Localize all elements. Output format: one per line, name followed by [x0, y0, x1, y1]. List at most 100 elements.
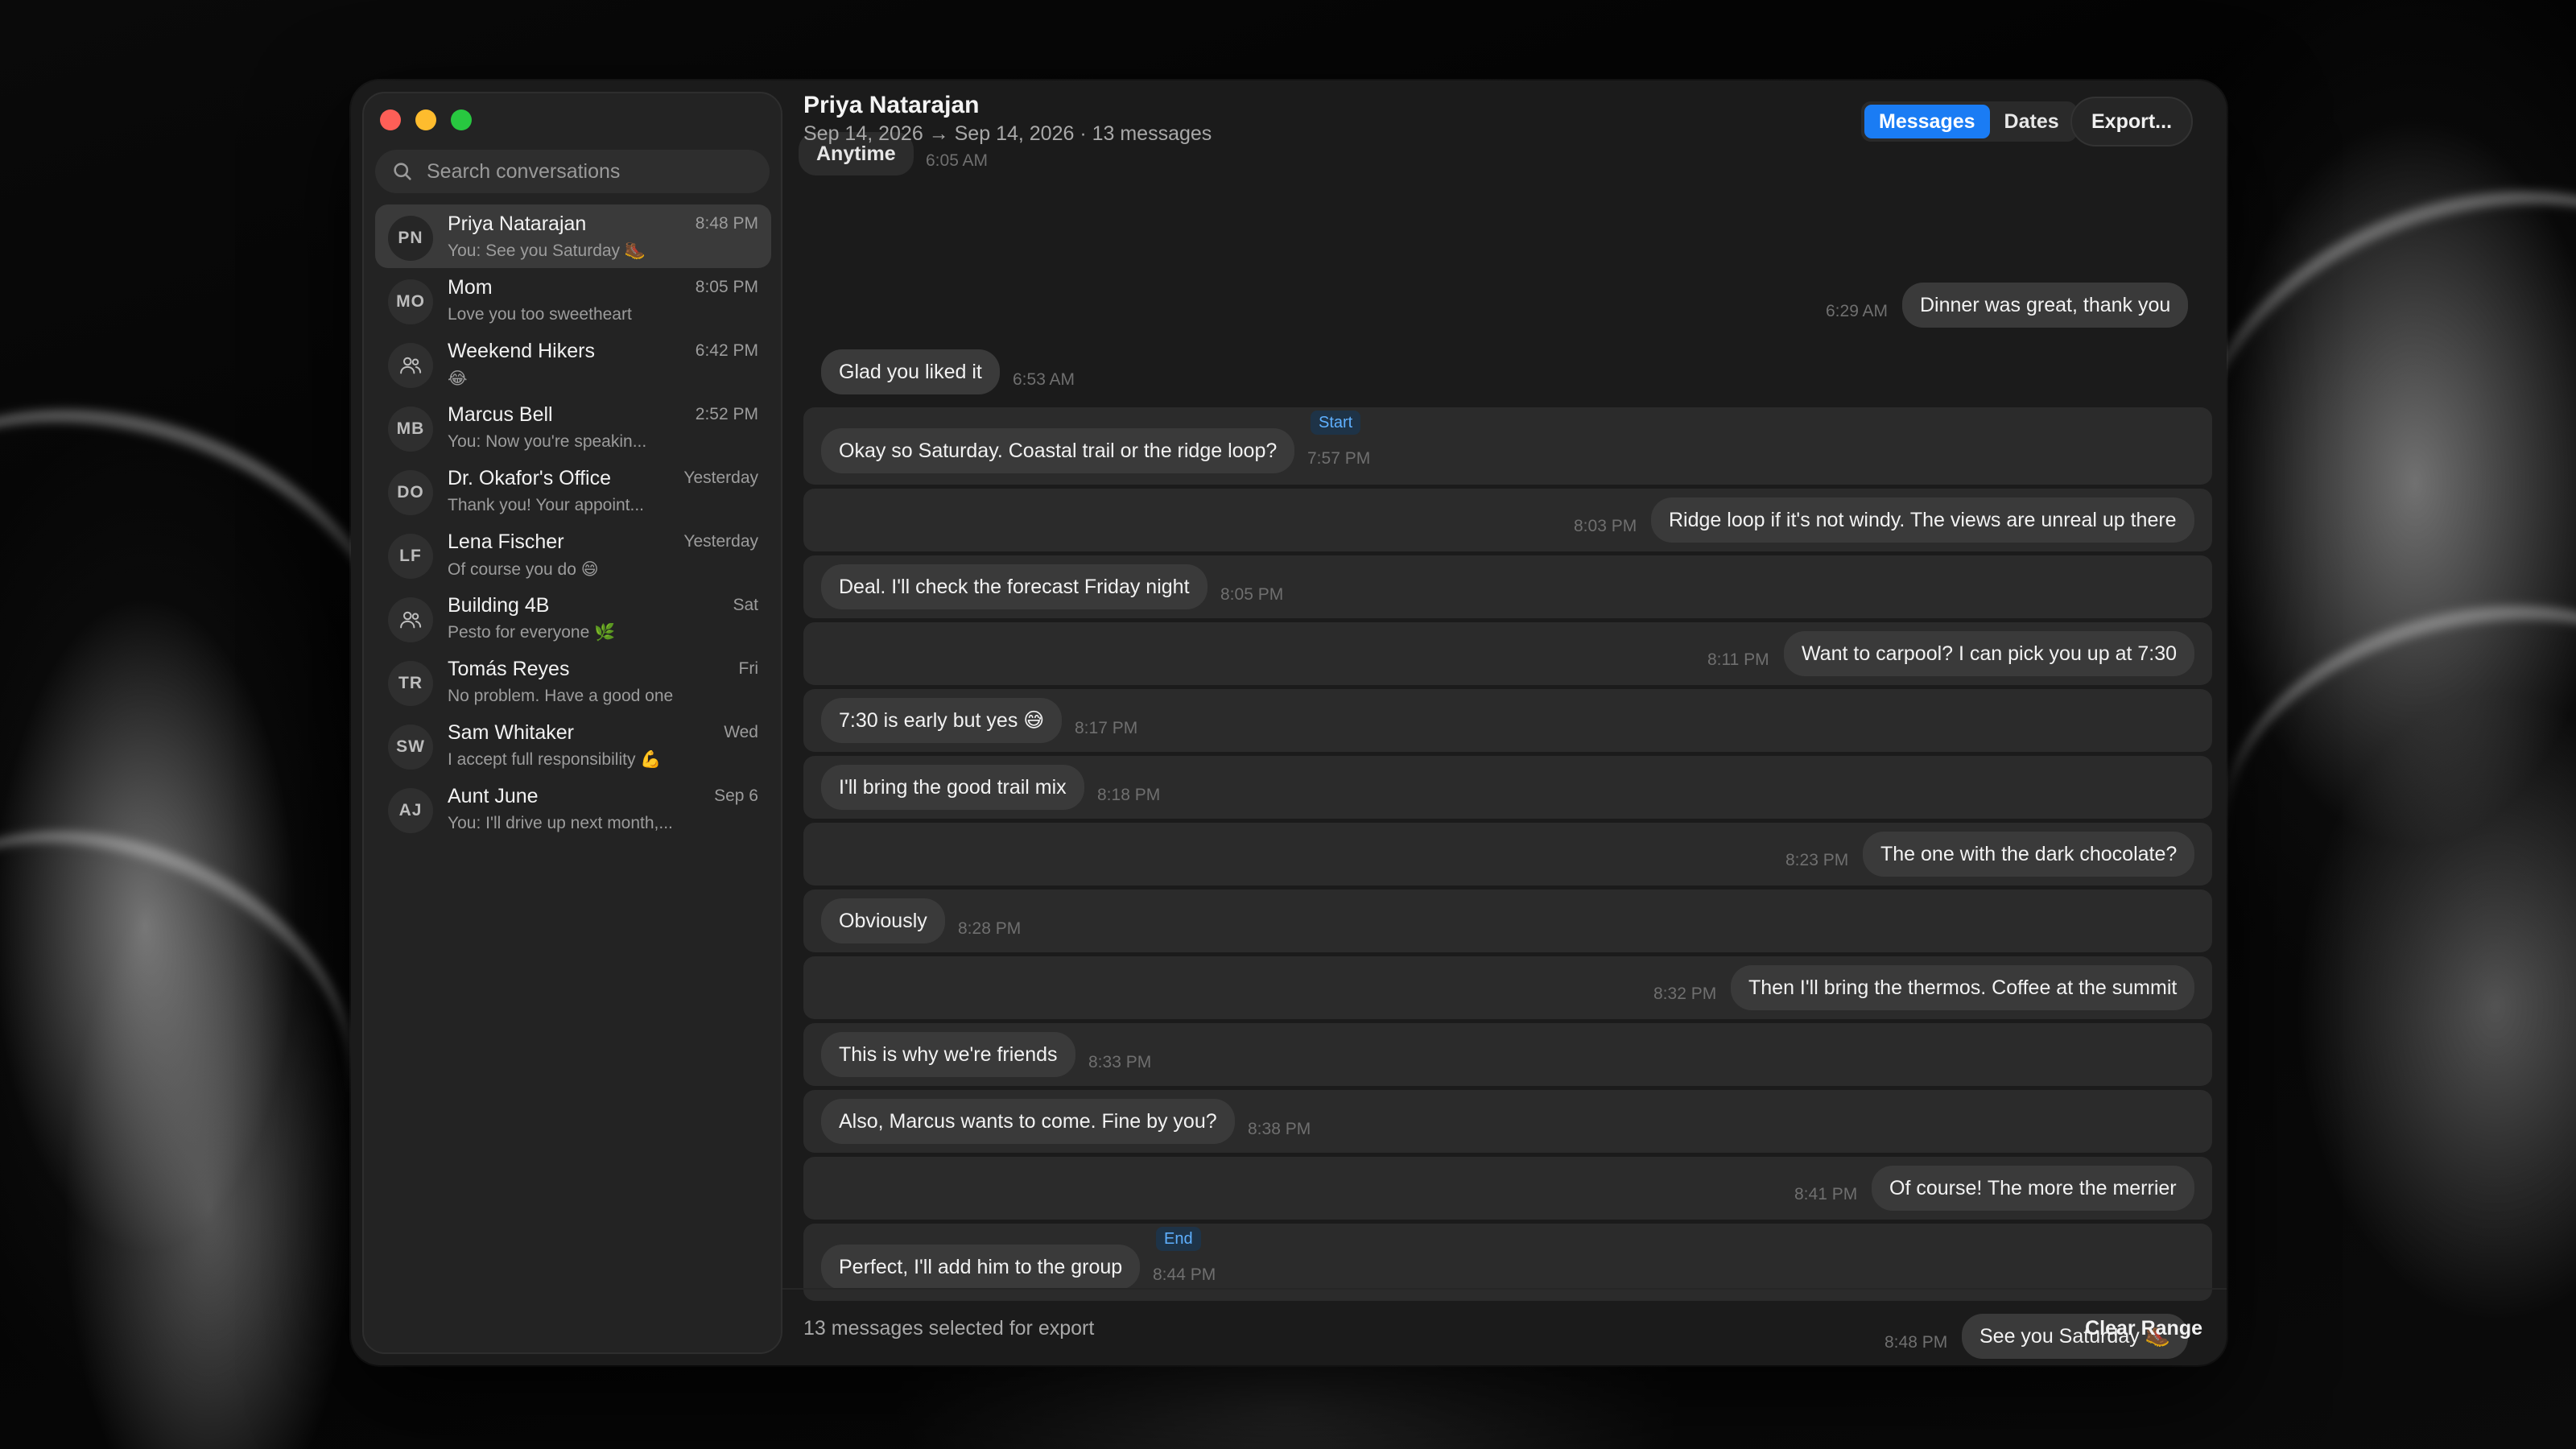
message-row[interactable]: I'll bring the good trail mix 8:18 PM	[803, 756, 2212, 819]
conversation-time: 8:48 PM	[695, 214, 758, 233]
conversation-item[interactable]: MB Marcus Bell You: Now you're speakin... 2…	[375, 395, 771, 459]
conversation-time: Sep 6	[714, 786, 758, 805]
message-row[interactable]: Also, Marcus wants to come. Fine by you?…	[803, 1090, 2212, 1153]
message-timestamp: 8:33 PM	[1088, 1053, 1152, 1071]
conversation-time: Yesterday	[683, 532, 758, 551]
messages-export-window: PN Priya Natarajan You: See you Saturday 🥾…	[351, 80, 2227, 1365]
selection-count: 13 messages selected for export	[803, 1317, 1095, 1340]
conversation-item[interactable]: TR Tomás Reyes No problem. Have a good one…	[375, 650, 771, 713]
conversation-preview: I accept full responsibility 💪	[448, 750, 662, 769]
conversation-name: Weekend Hikers	[448, 340, 595, 362]
message-row[interactable]: 7:30 is early but yes 😅 8:17 PM	[803, 689, 2212, 752]
avatar: LF	[388, 534, 433, 579]
message-row[interactable]: Okay so Saturday. Coastal trail or the r…	[803, 407, 2212, 485]
view-mode-segmented-control: Messages Dates	[1861, 101, 2077, 142]
incoming-message-bubble[interactable]: I'll bring the good trail mix	[821, 765, 1084, 810]
conversation-time: Yesterday	[683, 469, 758, 487]
start-range-marker[interactable]: Start	[1311, 411, 1361, 435]
message-timestamp: 8:11 PM	[1707, 650, 1769, 669]
message-timestamp: 8:23 PM	[1785, 851, 1849, 869]
incoming-message-bubble[interactable]: Obviously	[821, 898, 945, 943]
incoming-message-bubble[interactable]: Glad you liked it	[821, 349, 1000, 394]
conversation-time: 8:05 PM	[695, 278, 758, 296]
conversation-name: Dr. Okafor's Office	[448, 467, 611, 489]
export-button[interactable]: Export...	[2070, 97, 2194, 147]
clear-range-button[interactable]: Clear Range	[2085, 1317, 2202, 1340]
outgoing-message-bubble[interactable]: Ridge loop if it's not windy. The views …	[1651, 497, 2194, 543]
conversation-preview: You: I'll drive up next month,...	[448, 814, 673, 832]
conversation-name: Building 4B	[448, 594, 550, 617]
minimize-window-button[interactable]	[415, 109, 436, 130]
message-row[interactable]: The one with the dark chocolate? 8:23 PM	[803, 823, 2212, 886]
conversation-item[interactable]: AJ Aunt June You: I'll drive up next month…	[375, 777, 771, 840]
search-bar	[375, 150, 770, 193]
outgoing-message-bubble[interactable]: Of course! The more the merrier	[1872, 1166, 2194, 1211]
conversation-name: Priya Natarajan	[448, 213, 587, 235]
conversation-item[interactable]: SW Sam Whitaker I accept full responsibili…	[375, 713, 771, 777]
incoming-message-bubble[interactable]: Okay so Saturday. Coastal trail or the r…	[821, 428, 1295, 473]
outgoing-message-bubble[interactable]: The one with the dark chocolate?	[1863, 832, 2195, 877]
message-row[interactable]: Dinner was great, thank you 6:29 AM	[782, 274, 2227, 336]
message-row[interactable]: Obviously 8:28 PM	[803, 890, 2212, 952]
wallpaper-streak	[0, 762, 411, 1267]
search-icon	[394, 163, 411, 180]
conversation-name: Mom	[448, 276, 493, 299]
avatar: AJ	[388, 788, 433, 833]
incoming-message-bubble[interactable]: Also, Marcus wants to come. Fine by you?	[821, 1099, 1235, 1144]
message-row[interactable]: This is why we're friends 8:33 PM	[803, 1023, 2212, 1086]
incoming-message-bubble[interactable]: 7:30 is early but yes 😅	[821, 698, 1063, 743]
conversation-name: Lena Fischer	[448, 530, 564, 553]
message-timestamp: 8:28 PM	[958, 919, 1022, 938]
message-timestamp: 7:57 PM	[1307, 449, 1371, 468]
conversation-time: 2:52 PM	[695, 405, 758, 423]
search-input[interactable]	[427, 159, 765, 184]
outgoing-message-bubble[interactable]: Then I'll bring the thermos. Coffee at t…	[1731, 965, 2195, 1010]
incoming-message-bubble[interactable]: Deal. I'll check the forecast Friday nig…	[821, 564, 1208, 609]
incoming-message-bubble[interactable]: This is why we're friends	[821, 1032, 1075, 1077]
message-row[interactable]: Then I'll bring the thermos. Coffee at t…	[803, 956, 2212, 1019]
group-avatar	[388, 343, 433, 388]
conversation-item[interactable]: Building 4B Pesto for everyone 🌿 Sat	[375, 586, 771, 650]
conversation-preview: You: See you Saturday 🥾	[448, 242, 646, 260]
conversation-preview: No problem. Have a good one	[448, 687, 674, 705]
outgoing-message-bubble[interactable]: Dinner was great, thank you	[1902, 283, 2189, 328]
conversation-preview: Love you too sweetheart	[448, 305, 632, 324]
message-timestamp: 8:41 PM	[1794, 1185, 1858, 1203]
message-row[interactable]: Of course! The more the merrier 8:41 PM	[803, 1157, 2212, 1220]
tab-messages[interactable]: Messages	[1864, 105, 1990, 138]
conversation-time: 6:42 PM	[695, 341, 758, 360]
avatar: MB	[388, 407, 433, 452]
conversation-item[interactable]: LF Lena Fischer Of course you do 😄 Yesterda…	[375, 522, 771, 586]
message-row[interactable]: Deal. I'll check the forecast Friday nig…	[803, 555, 2212, 618]
conversation-name: Marcus Bell	[448, 403, 553, 426]
group-avatar	[388, 597, 433, 642]
conversation-name: Sam Whitaker	[448, 721, 574, 744]
outgoing-message-bubble[interactable]: Want to carpool? I can pick you up at 7:…	[1784, 631, 2195, 676]
conversation-name: Tomás Reyes	[448, 658, 570, 680]
avatar: TR	[388, 661, 433, 706]
conversation-item[interactable]: PN Priya Natarajan You: See you Saturday 🥾…	[375, 204, 771, 268]
conversation-preview: Thank you! Your appoint...	[448, 496, 645, 514]
conversation-preview: 😂	[448, 369, 468, 388]
incoming-message-bubble[interactable]: Perfect, I'll add him to the group	[821, 1245, 1141, 1290]
conversation-item[interactable]: DO Dr. Okafor's Office Thank you! Your app…	[375, 459, 771, 522]
conversation-time: Fri	[738, 659, 759, 678]
conversation-item[interactable]: Weekend Hikers 😂 6:42 PM	[375, 332, 771, 395]
end-range-marker[interactable]: End	[1156, 1227, 1201, 1251]
conversation-preview: Of course you do 😄	[448, 560, 599, 579]
message-timestamp: 8:17 PM	[1075, 719, 1138, 737]
message-timestamp: 8:05 PM	[1220, 585, 1284, 604]
message-row[interactable]: Want to carpool? I can pick you up at 7:…	[803, 622, 2212, 685]
close-window-button[interactable]	[380, 109, 401, 130]
message-timestamp: 6:53 AM	[1013, 370, 1075, 389]
tab-dates[interactable]: Dates	[1990, 105, 2074, 138]
conversation-range-summary: Sep 14, 2026 → Sep 14, 2026 · 13 message…	[803, 122, 1212, 145]
message-thread: Anytime 6:05 AM Dinner was great, thank …	[782, 80, 2227, 1359]
avatar: DO	[388, 470, 433, 515]
message-row[interactable]: Glad you liked it 6:53 AM	[782, 341, 2227, 403]
zoom-window-button[interactable]	[451, 109, 472, 130]
message-row[interactable]: Ridge loop if it's not windy. The views …	[803, 489, 2212, 551]
conversation-preview: Pesto for everyone 🌿	[448, 623, 616, 642]
conversation-item[interactable]: MO Mom Love you too sweetheart 8:05 PM	[375, 268, 771, 332]
main-panel: Anytime 6:05 AM Dinner was great, thank …	[782, 80, 2227, 1365]
